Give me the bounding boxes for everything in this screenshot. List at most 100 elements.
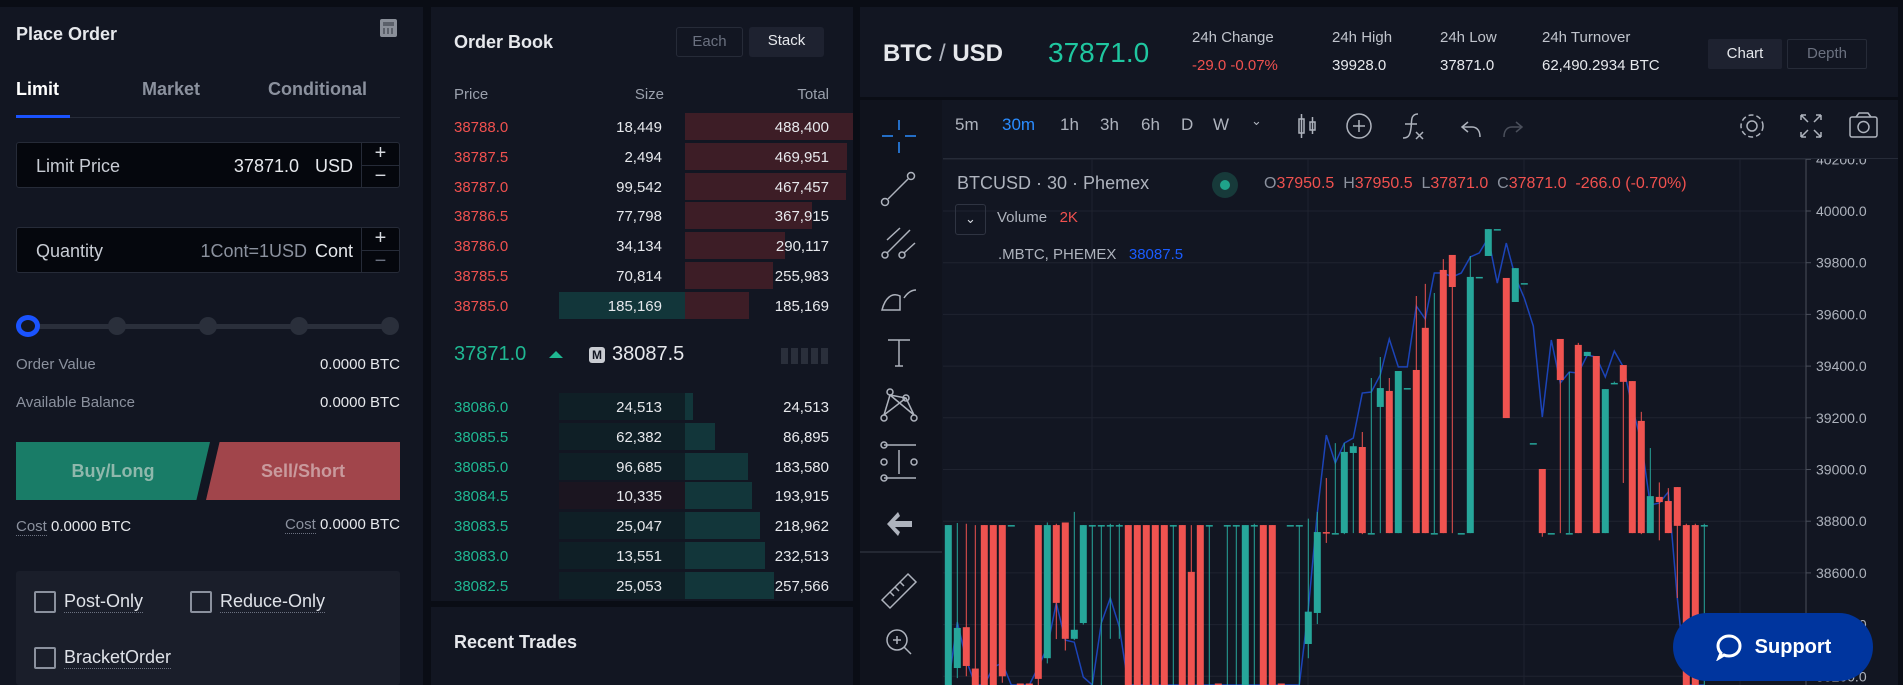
sell-short-button[interactable]: Sell/Short [206,442,400,500]
candle-up [1529,443,1537,445]
undo-icon[interactable] [1460,121,1481,138]
candle-down [980,525,988,685]
ask-row[interactable]: 38787.5 2,494 469,951 [431,142,853,172]
interval-30m[interactable]: 30m [1002,115,1035,135]
crosshair-icon[interactable] [882,120,916,153]
view-depth-button[interactable]: Depth [1787,39,1867,69]
open-label: O [1264,175,1277,192]
mode-stack-button[interactable]: Stack [749,27,824,57]
fx-icon[interactable] [1402,113,1424,140]
order-value: 0.0000 BTC [319,356,400,373]
slider-step[interactable] [199,317,217,335]
ask-size: 70,814 [616,268,662,285]
bid-row[interactable]: 38085.5 62,382 86,895 [431,422,853,452]
ask-row[interactable]: 38785.0 185,169 185,169 [431,291,853,321]
view-chart-button[interactable]: Chart [1708,39,1782,69]
slider-step[interactable] [290,317,308,335]
quantity-stepper[interactable]: + − [361,228,399,272]
bid-row[interactable]: 38086.0 24,513 24,513 [431,393,853,422]
symbol[interactable]: BTC / USD [883,40,1003,68]
interval-dropdown-icon[interactable]: ⌄ [1251,113,1262,129]
brush-icon[interactable] [881,289,917,311]
tab-conditional[interactable]: Conditional [268,79,367,100]
quantity-field[interactable]: Quantity 1Cont=1USD Cont + − [16,227,400,273]
camera-icon[interactable] [1849,112,1878,138]
ask-price: 38786.5 [454,208,509,226]
collapse-legend-button[interactable]: ⌄ [955,204,986,235]
bid-size: 13,551 [616,548,662,565]
settings-icon[interactable] [1740,114,1764,138]
decrement-button[interactable]: − [362,250,399,272]
interval-W[interactable]: W [1213,115,1229,135]
buy-long-button[interactable]: Buy/Long [16,442,210,500]
slider-step[interactable] [108,317,126,335]
mode-stack-label: Stack [767,32,806,49]
slider-handle[interactable] [16,315,40,337]
trend-line-icon[interactable] [880,171,916,207]
support-button[interactable]: Support [1673,613,1873,681]
back-arrow-icon[interactable] [887,512,912,536]
slider-step[interactable] [381,317,399,335]
add-indicator-icon[interactable] [1346,113,1372,139]
increment-button[interactable]: + [362,228,399,250]
mode-each-button[interactable]: Each [676,27,743,57]
bracket-order-label[interactable]: BracketOrder [64,647,172,669]
limit-price-field[interactable]: Limit Price 37871.0 USD + − [16,142,400,188]
post-only-label[interactable]: Post-Only [64,591,144,613]
tab-limit[interactable]: Limit [16,79,59,100]
increment-button[interactable]: + [362,143,399,165]
candle-up [1565,533,1573,535]
ask-row[interactable]: 38787.0 99,542 467,457 [431,172,853,202]
candle-down [1124,525,1132,685]
zoom-in-icon[interactable] [886,629,912,655]
interval-6h[interactable]: 6h [1141,115,1160,135]
ask-row[interactable]: 38786.0 34,134 290,117 [431,232,853,261]
reduce-only-checkbox[interactable] [190,591,212,613]
bracket-order-checkbox[interactable] [34,647,56,669]
measure-icon[interactable] [880,441,918,482]
quantity-input[interactable]: 1Cont=1USD [200,241,307,262]
ask-total: 255,983 [774,268,829,285]
quantity-unit: Cont [314,241,353,261]
axis-label: 40000.0 [1816,203,1867,219]
candle-up [1106,525,1114,527]
ruler-icon[interactable] [880,572,918,610]
pitchfork-icon[interactable] [881,227,916,259]
fullscreen-icon[interactable] [1800,114,1822,138]
candle-up [1115,525,1123,527]
limit-price-value[interactable]: 37871.0 [234,156,299,177]
bid-row[interactable]: 38085.0 96,685 183,580 [431,452,853,482]
decrement-button[interactable]: − [362,165,399,187]
sell-short-label: Sell/Short [260,460,345,481]
candle-down [998,525,1006,677]
candle-type-icon[interactable] [1298,114,1316,138]
ask-size: 18,449 [616,119,662,136]
depth-bar [685,422,715,450]
depth-precision-icon[interactable] [781,348,829,364]
ask-row[interactable]: 38786.5 77,798 367,915 [431,202,853,231]
interval-1h[interactable]: 1h [1060,115,1079,135]
limit-price-stepper[interactable]: + − [361,143,399,187]
bid-row[interactable]: 38083.5 25,047 218,962 [431,512,853,541]
interval-5m[interactable]: 5m [955,115,979,135]
tab-market[interactable]: Market [142,79,200,100]
ask-row[interactable]: 38788.0 18,449 488,400 [431,113,853,142]
interval-3h[interactable]: 3h [1100,115,1119,135]
redo-icon[interactable] [1503,121,1524,138]
bid-price: 38082.5 [454,577,509,595]
bid-row[interactable]: 38082.5 25,053 257,566 [431,571,853,601]
text-icon[interactable] [888,339,910,367]
price-chart[interactable]: 40200.0 40000.0 39800.0 39600.0 39400.0 39200… [943,159,1898,685]
reduce-only-label[interactable]: Reduce-Only [220,591,326,613]
ask-row[interactable]: 38785.5 70,814 255,983 [431,262,853,291]
index-price-line [947,235,1705,685]
calculator-icon[interactable] [380,19,397,37]
candle-up [1088,525,1096,527]
bid-row[interactable]: 38084.5 10,335 193,915 [431,482,853,511]
interval-D[interactable]: D [1181,115,1193,135]
bid-row[interactable]: 38083.0 13,551 232,513 [431,542,853,571]
candle-down [1619,365,1627,382]
post-only-checkbox[interactable] [34,591,56,613]
pattern-icon[interactable] [880,388,918,422]
candle-up [1700,525,1708,527]
